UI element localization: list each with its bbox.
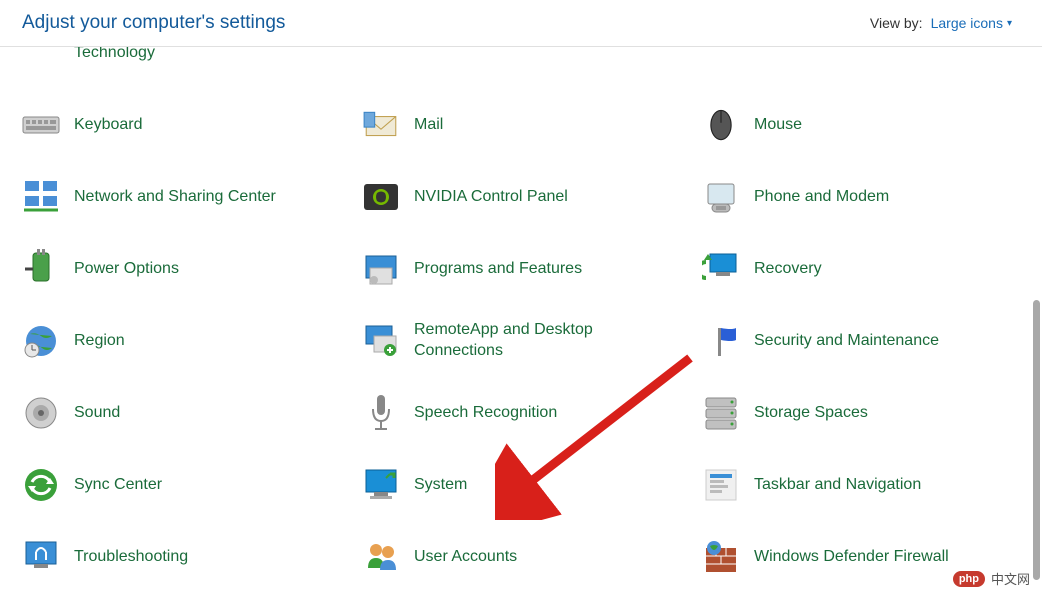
control-panel-item-phone[interactable]: Phone and Modem	[700, 173, 1022, 221]
mail-icon	[360, 104, 402, 146]
control-panel-item-taskbar[interactable]: Taskbar and Navigation	[700, 461, 1022, 509]
control-panel-item-power[interactable]: Power Options	[20, 245, 342, 293]
keyboard-icon	[20, 104, 62, 146]
item-label: Windows Defender Firewall	[754, 547, 949, 568]
control-panel-item-security[interactable]: Security and Maintenance	[700, 317, 1022, 365]
control-panel-item-technology[interactable]: Technology	[20, 47, 342, 77]
control-panel-item-nvidia[interactable]: NVIDIA Control Panel	[360, 173, 682, 221]
firewall-icon	[700, 536, 742, 578]
view-by-label: View by:	[870, 15, 923, 31]
item-label: Keyboard	[74, 115, 143, 136]
mouse-icon	[700, 104, 742, 146]
control-panel-item-remoteapp[interactable]: RemoteApp and Desktop Connections	[360, 317, 682, 365]
troubleshooting-icon	[20, 536, 62, 578]
item-label: Taskbar and Navigation	[754, 475, 921, 496]
item-label: Network and Sharing Center	[74, 187, 276, 208]
recovery-icon	[700, 248, 742, 290]
item-label: Speech Recognition	[414, 403, 557, 424]
view-by-value-text: Large icons	[931, 15, 1003, 31]
item-label: Recovery	[754, 259, 822, 280]
item-label: Storage Spaces	[754, 403, 868, 424]
control-panel-item-keyboard[interactable]: Keyboard	[20, 101, 342, 149]
item-label: Region	[74, 331, 125, 352]
item-label: Mouse	[754, 115, 802, 136]
sound-icon	[20, 392, 62, 434]
control-panel-item-useraccounts[interactable]: User Accounts	[360, 533, 682, 581]
taskbar-icon	[700, 464, 742, 506]
control-panel-item-speech[interactable]: Speech Recognition	[360, 389, 682, 437]
view-by-value[interactable]: Large icons ▾	[931, 15, 1012, 31]
control-panel-item-system[interactable]: System	[360, 461, 682, 509]
item-label: Mail	[414, 115, 443, 136]
speech-icon	[360, 392, 402, 434]
control-panel-grid: Technology Keyboard Mail Mouse Network and S…	[20, 47, 1022, 599]
view-by-selector[interactable]: View by: Large icons ▾	[870, 15, 1012, 31]
control-panel-item-programs[interactable]: Programs and Features	[360, 245, 682, 293]
scrollbar-thumb[interactable]	[1033, 300, 1040, 580]
watermark: php 中文网	[953, 569, 1030, 588]
chevron-down-icon: ▾	[1007, 18, 1012, 29]
control-panel-item-region[interactable]: Region	[20, 317, 342, 365]
control-panel-item-sync[interactable]: Sync Center	[20, 461, 342, 509]
control-panel-item-network[interactable]: Network and Sharing Center	[20, 173, 342, 221]
item-label: Sync Center	[74, 475, 162, 496]
system-icon	[360, 464, 402, 506]
item-label: System	[414, 475, 467, 496]
phone-icon	[700, 176, 742, 218]
page-title: Adjust your computer's settings	[22, 12, 285, 34]
security-icon	[700, 320, 742, 362]
content-area: Technology Keyboard Mail Mouse Network and S…	[0, 47, 1042, 599]
useraccounts-icon	[360, 536, 402, 578]
item-label: Sound	[74, 403, 120, 424]
item-label: User Accounts	[414, 547, 517, 568]
item-label: Troubleshooting	[74, 547, 188, 568]
item-label: Power Options	[74, 259, 179, 280]
header-bar: Adjust your computer's settings View by:…	[0, 0, 1042, 47]
control-panel-item-sound[interactable]: Sound	[20, 389, 342, 437]
watermark-text: 中文网	[991, 569, 1030, 588]
item-label: Security and Maintenance	[754, 331, 939, 352]
item-label: Programs and Features	[414, 259, 582, 280]
nvidia-icon	[360, 176, 402, 218]
storage-icon	[700, 392, 742, 434]
control-panel-item-recovery[interactable]: Recovery	[700, 245, 1022, 293]
control-panel-item-storage[interactable]: Storage Spaces	[700, 389, 1022, 437]
sync-icon	[20, 464, 62, 506]
item-label: Phone and Modem	[754, 187, 889, 208]
item-label: RemoteApp and Desktop Connections	[414, 320, 644, 362]
item-label: Technology	[74, 47, 155, 63]
network-icon	[20, 176, 62, 218]
remoteapp-icon	[360, 320, 402, 362]
watermark-badge: php	[953, 571, 985, 587]
control-panel-item-troubleshooting[interactable]: Troubleshooting	[20, 533, 342, 581]
power-icon	[20, 248, 62, 290]
region-icon	[20, 320, 62, 362]
programs-icon	[360, 248, 402, 290]
item-label: NVIDIA Control Panel	[414, 187, 568, 208]
control-panel-item-mouse[interactable]: Mouse	[700, 101, 1022, 149]
control-panel-item-mail[interactable]: Mail	[360, 101, 682, 149]
